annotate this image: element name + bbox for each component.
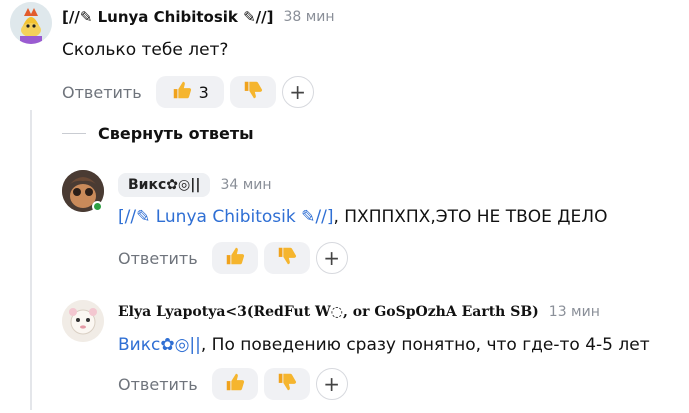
reply-button[interactable]: Ответить	[118, 249, 198, 268]
comment-text: Викс✿◎||, По поведению сразу понятно, чт…	[118, 335, 650, 355]
dislike-button[interactable]	[263, 242, 310, 274]
timestamp: 38 мин	[283, 9, 335, 25]
thumbs-up-icon	[224, 371, 246, 397]
thread-line	[30, 110, 32, 410]
online-status-indicator	[92, 201, 103, 212]
thumbs-up-icon	[171, 79, 193, 105]
like-count: 3	[198, 82, 209, 102]
plus-icon: +	[289, 80, 307, 104]
thumbs-down-icon	[242, 79, 264, 105]
timestamp: 13 мин	[548, 304, 600, 320]
avatar-image	[10, 2, 52, 44]
reply-button[interactable]: Ответить	[62, 83, 142, 102]
like-button[interactable]	[211, 242, 258, 274]
thumbs-down-icon	[276, 245, 298, 271]
avatar[interactable]	[62, 300, 104, 342]
plus-icon: +	[323, 246, 341, 270]
avatar[interactable]	[10, 2, 52, 44]
comment-body: , По поведению сразу понятно, что где-то…	[200, 335, 650, 355]
dislike-button[interactable]	[263, 368, 310, 400]
like-button[interactable]: 3	[155, 76, 224, 108]
collapse-divider	[62, 132, 86, 135]
add-reaction-button[interactable]: +	[315, 368, 348, 400]
comment-text: [//✎ Lunya Chibitosik ✎//], ПХППХПХ,ЭТО …	[118, 207, 607, 227]
dislike-button[interactable]	[229, 76, 276, 108]
author-name[interactable]: Elya Lyapotya<3(RedFut W◌, or GoSpOzhA E…	[118, 304, 539, 320]
add-reaction-button[interactable]: +	[315, 242, 348, 274]
mention-link[interactable]: [//✎ Lunya Chibitosik ✎//]	[118, 207, 333, 227]
avatar-image	[62, 300, 104, 342]
reply-button[interactable]: Ответить	[118, 375, 198, 394]
collapse-replies[interactable]: Свернуть ответы	[62, 124, 254, 143]
plus-icon: +	[323, 372, 341, 396]
comment-body: , ПХППХПХ,ЭТО НЕ ТВОЕ ДЕЛО	[333, 207, 608, 227]
thumbs-up-icon	[224, 245, 246, 271]
author-name[interactable]: Викс✿◎||	[118, 173, 211, 197]
like-button[interactable]	[211, 368, 258, 400]
add-reaction-button[interactable]: +	[281, 76, 314, 108]
mention-link[interactable]: Викс✿◎||	[118, 335, 201, 355]
author-name[interactable]: [//✎ Lunya Chibitosik ✎//]	[62, 8, 273, 26]
timestamp: 34 мин	[220, 177, 272, 193]
thumbs-down-icon	[276, 371, 298, 397]
comment-text: Сколько тебе лет?	[62, 40, 229, 60]
collapse-replies-label[interactable]: Свернуть ответы	[98, 124, 254, 143]
